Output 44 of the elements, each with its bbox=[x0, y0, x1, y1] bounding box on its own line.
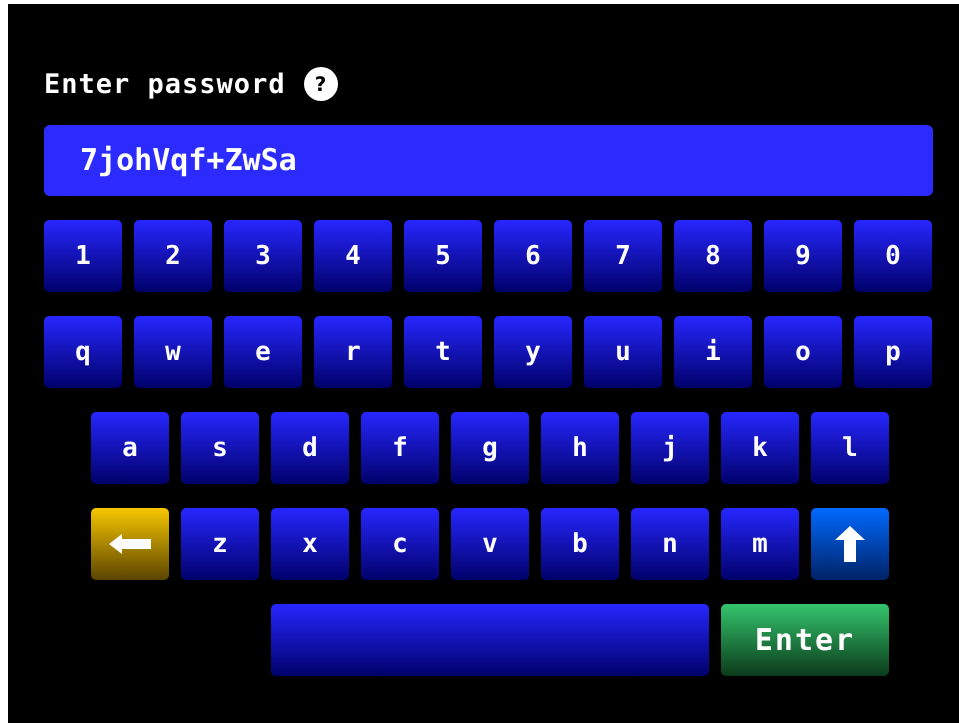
key[interactable]: x bbox=[271, 508, 349, 580]
key[interactable]: z bbox=[181, 508, 259, 580]
key[interactable]: h bbox=[541, 412, 619, 484]
title: Enter password bbox=[44, 68, 286, 100]
key[interactable]: q bbox=[44, 316, 122, 388]
key[interactable]: 3 bbox=[224, 220, 302, 292]
key[interactable]: k bbox=[721, 412, 799, 484]
key[interactable]: l bbox=[811, 412, 889, 484]
password-field[interactable]: 7johVqf+ZwSa bbox=[44, 125, 933, 196]
backspace-key[interactable] bbox=[91, 508, 169, 580]
key[interactable]: c bbox=[361, 508, 439, 580]
key[interactable]: g bbox=[451, 412, 529, 484]
key[interactable]: j bbox=[631, 412, 709, 484]
key[interactable]: i bbox=[674, 316, 752, 388]
shift-key[interactable] bbox=[811, 508, 889, 580]
key[interactable]: 1 bbox=[44, 220, 122, 292]
help-icon[interactable]: ? bbox=[304, 67, 338, 101]
key[interactable]: p bbox=[854, 316, 932, 388]
key[interactable]: b bbox=[541, 508, 619, 580]
key[interactable]: 8 bbox=[674, 220, 752, 292]
key[interactable]: r bbox=[314, 316, 392, 388]
key[interactable]: 4 bbox=[314, 220, 392, 292]
key[interactable]: f bbox=[361, 412, 439, 484]
arrow-left-icon bbox=[109, 534, 151, 554]
key[interactable]: v bbox=[451, 508, 529, 580]
key[interactable]: d bbox=[271, 412, 349, 484]
key[interactable]: 9 bbox=[764, 220, 842, 292]
key[interactable]: 0 bbox=[854, 220, 932, 292]
key[interactable]: u bbox=[584, 316, 662, 388]
key[interactable]: s bbox=[181, 412, 259, 484]
key[interactable]: o bbox=[764, 316, 842, 388]
key[interactable]: n bbox=[631, 508, 709, 580]
key[interactable]: m bbox=[721, 508, 799, 580]
key[interactable]: 2 bbox=[134, 220, 212, 292]
arrow-up-icon bbox=[835, 526, 865, 562]
key[interactable]: y bbox=[494, 316, 572, 388]
key[interactable]: w bbox=[134, 316, 212, 388]
key[interactable]: 7 bbox=[584, 220, 662, 292]
enter-button[interactable]: Enter bbox=[721, 604, 889, 676]
key[interactable]: 6 bbox=[494, 220, 572, 292]
key[interactable]: a bbox=[91, 412, 169, 484]
key[interactable]: t bbox=[404, 316, 482, 388]
key[interactable]: 5 bbox=[404, 220, 482, 292]
key[interactable]: e bbox=[224, 316, 302, 388]
